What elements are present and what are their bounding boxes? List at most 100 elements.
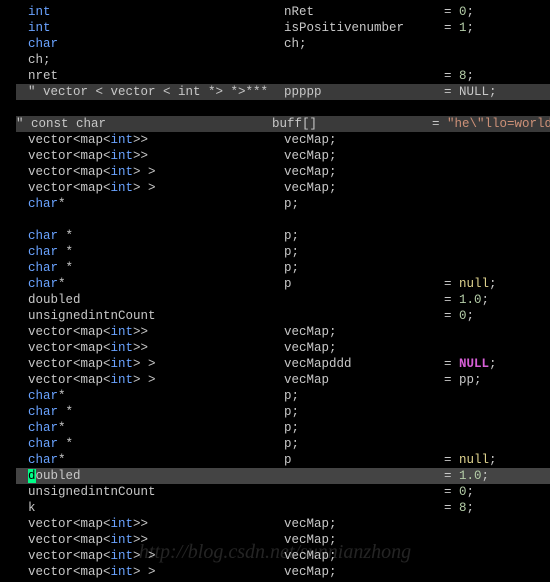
value: = null; xyxy=(444,276,497,292)
value: = NULL; xyxy=(444,84,497,100)
code-line: " vector < vector < int *> *>***ppppp= N… xyxy=(16,84,550,100)
code-line: char*p; xyxy=(16,196,550,212)
value: = pp; xyxy=(444,372,482,388)
declaration: char xyxy=(28,36,284,52)
value: = 1; xyxy=(444,20,474,36)
declaration: int xyxy=(28,20,284,36)
declaration: ch; xyxy=(28,52,284,68)
code-line: char *p; xyxy=(16,404,550,420)
declaration: int xyxy=(28,4,284,20)
cursor: d xyxy=(28,469,36,483)
declaration: vector<map<int> > xyxy=(28,372,284,388)
declaration: char* xyxy=(28,196,284,212)
variable-name: buff[] xyxy=(272,116,432,132)
declaration: char * xyxy=(28,436,284,452)
declaration: " vector < vector < int *> *>*** xyxy=(28,84,284,100)
value: = 1.0; xyxy=(444,292,489,308)
declaration: char* xyxy=(28,420,284,436)
code-line: unsignedintnCount = 0; xyxy=(16,308,550,324)
declaration: vector<map<int> > xyxy=(28,564,284,580)
declaration: vector<map<int> > xyxy=(28,164,284,180)
variable-name xyxy=(284,308,444,324)
declaration: nret xyxy=(28,68,284,84)
declaration: k xyxy=(28,500,284,516)
code-line: vector<map<int>>vecMap; xyxy=(16,532,550,548)
declaration: unsignedintnCount xyxy=(28,308,284,324)
code-line: char *p; xyxy=(16,260,550,276)
value: = "he\"llo=world"; xyxy=(432,116,550,132)
variable-name: nRet xyxy=(284,4,444,20)
declaration: vector<map<int> > xyxy=(28,180,284,196)
variable-name: vecMap; xyxy=(284,132,444,148)
declaration: vector<map<int>> xyxy=(28,532,284,548)
variable-name: vecMap xyxy=(284,372,444,388)
declaration: vector<map<int> > xyxy=(28,548,284,564)
code-line: char*p= null; xyxy=(16,452,550,468)
variable-name xyxy=(284,292,444,308)
code-line xyxy=(16,100,550,116)
variable-name: p; xyxy=(284,388,444,404)
code-line: char *p; xyxy=(16,436,550,452)
variable-name: ch; xyxy=(284,36,444,52)
declaration: char* xyxy=(28,452,284,468)
variable-name xyxy=(284,468,444,484)
code-line: ch; xyxy=(16,52,550,68)
variable-name: p; xyxy=(284,244,444,260)
variable-name: vecMap; xyxy=(284,564,444,580)
code-line: char *p; xyxy=(16,228,550,244)
variable-name: isPositivenumber xyxy=(284,20,444,36)
declaration: " const char xyxy=(16,116,272,132)
variable-name: vecMapddd xyxy=(284,356,444,372)
variable-name: vecMap; xyxy=(284,324,444,340)
code-editor[interactable]: intnRet= 0;intisPositivenumber= 1;charch… xyxy=(0,0,550,580)
variable-name xyxy=(284,500,444,516)
declaration: vector<map<int>> xyxy=(28,132,284,148)
variable-name: p; xyxy=(284,420,444,436)
declaration: vector<map<int> > xyxy=(28,356,284,372)
code-line: k = 8; xyxy=(16,500,550,516)
declaration: vector<map<int>> xyxy=(28,516,284,532)
variable-name: p; xyxy=(284,260,444,276)
declaration: vector<map<int>> xyxy=(28,340,284,356)
declaration: char * xyxy=(28,404,284,420)
variable-name: p; xyxy=(284,404,444,420)
variable-name: p xyxy=(284,452,444,468)
variable-name: p; xyxy=(284,436,444,452)
code-line: charch; xyxy=(16,36,550,52)
variable-name: vecMap; xyxy=(284,164,444,180)
code-line: char*p; xyxy=(16,388,550,404)
code-line: vector<map<int>>vecMap; xyxy=(16,148,550,164)
code-line: vector<map<int>>vecMap; xyxy=(16,516,550,532)
value: = 0; xyxy=(444,308,474,324)
declaration: char* xyxy=(28,388,284,404)
declaration: char * xyxy=(28,228,284,244)
variable-name: vecMap; xyxy=(284,148,444,164)
variable-name: vecMap; xyxy=(284,548,444,564)
variable-name xyxy=(284,68,444,84)
variable-name: p; xyxy=(284,228,444,244)
code-line: vector<map<int> >vecMap; xyxy=(16,564,550,580)
code-line: nret = 8; xyxy=(16,68,550,84)
code-line: intisPositivenumber= 1; xyxy=(16,20,550,36)
variable-name: vecMap; xyxy=(284,532,444,548)
variable-name: vecMap; xyxy=(284,516,444,532)
variable-name xyxy=(284,52,444,68)
code-line: vector<map<int>>vecMap; xyxy=(16,324,550,340)
declaration: char * xyxy=(28,260,284,276)
value: = 8; xyxy=(444,68,474,84)
code-line: char*p; xyxy=(16,420,550,436)
variable-name: vecMap; xyxy=(284,180,444,196)
value: = 8; xyxy=(444,500,474,516)
variable-name xyxy=(284,484,444,500)
code-line: char *p; xyxy=(16,244,550,260)
declaration: doubled xyxy=(28,292,284,308)
code-line: intnRet= 0; xyxy=(16,4,550,20)
variable-name: ppppp xyxy=(284,84,444,100)
value: = null; xyxy=(444,452,497,468)
variable-name: p xyxy=(284,276,444,292)
variable-name: vecMap; xyxy=(284,340,444,356)
code-line: vector<map<int> >vecMap; xyxy=(16,180,550,196)
declaration: vector<map<int>> xyxy=(28,324,284,340)
code-line: char*p= null; xyxy=(16,276,550,292)
code-line: vector<map<int> >vecMapddd= NULL; xyxy=(16,356,550,372)
